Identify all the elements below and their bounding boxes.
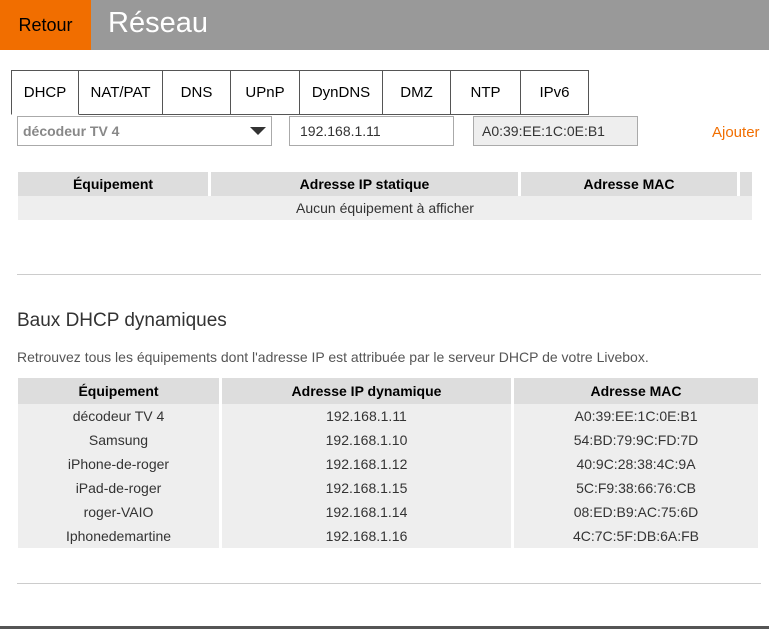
add-button[interactable]: Ajouter xyxy=(712,124,760,141)
tab-dyndns[interactable]: DynDNS xyxy=(300,70,383,115)
table-row: Iphonedemartine 192.168.1.16 4C:7C:5F:DB… xyxy=(18,524,758,548)
empty-message: Aucun équipement à afficher xyxy=(18,196,752,220)
header-bar: Retour Réseau xyxy=(0,0,769,50)
page-title: Réseau xyxy=(108,7,208,39)
cell-ip: 192.168.1.10 xyxy=(222,428,511,452)
divider xyxy=(17,274,761,275)
cell-device: Samsung xyxy=(18,428,219,452)
cell-device: roger-VAIO xyxy=(18,500,219,524)
tab-bar: DHCP NAT/PAT DNS UPnP DynDNS DMZ NTP IPv… xyxy=(11,70,589,115)
column-header-static-ip[interactable]: Adresse IP statique xyxy=(211,172,518,196)
tab-dhcp[interactable]: DHCP xyxy=(11,70,79,115)
ip-address-field[interactable]: 192.168.1.11 xyxy=(289,116,454,146)
device-select[interactable]: décodeur TV 4 xyxy=(17,116,272,146)
chevron-down-icon xyxy=(250,127,266,135)
cell-ip: 192.168.1.15 xyxy=(222,476,511,500)
cell-mac: 4C:7C:5F:DB:6A:FB xyxy=(514,524,758,548)
back-button[interactable]: Retour xyxy=(0,0,91,50)
tab-ipv6[interactable]: IPv6 xyxy=(521,70,589,115)
table-row: Samsung 192.168.1.10 54:BD:79:9C:FD:7D xyxy=(18,428,758,452)
cell-mac: 54:BD:79:9C:FD:7D xyxy=(514,428,758,452)
section-description: Retrouvez tous les équipements dont l'ad… xyxy=(17,349,649,365)
tab-upnp[interactable]: UPnP xyxy=(231,70,300,115)
column-header-actions xyxy=(740,172,752,196)
static-ip-table: Équipement Adresse IP statique Adresse M… xyxy=(15,172,755,220)
mac-address-field: A0:39:EE:1C:0E:B1 xyxy=(473,116,638,146)
column-header-device[interactable]: Équipement xyxy=(18,378,219,404)
tab-dns[interactable]: DNS xyxy=(163,70,231,115)
table-row: roger-VAIO 192.168.1.14 08:ED:B9:AC:75:6… xyxy=(18,500,758,524)
cell-ip: 192.168.1.14 xyxy=(222,500,511,524)
cell-ip: 192.168.1.11 xyxy=(222,404,511,428)
column-header-mac[interactable]: Adresse MAC xyxy=(521,172,737,196)
cell-device: décodeur TV 4 xyxy=(18,404,219,428)
cell-mac: 5C:F9:38:66:76:CB xyxy=(514,476,758,500)
device-select-value: décodeur TV 4 xyxy=(23,123,120,139)
cell-ip: 192.168.1.12 xyxy=(222,452,511,476)
table-row: iPhone-de-roger 192.168.1.12 40:9C:28:38… xyxy=(18,452,758,476)
dynamic-leases-table: Équipement Adresse IP dynamique Adresse … xyxy=(15,378,761,548)
tab-dmz[interactable]: DMZ xyxy=(383,70,451,115)
cell-mac: A0:39:EE:1C:0E:B1 xyxy=(514,404,758,428)
section-title: Baux DHCP dynamiques xyxy=(17,310,227,331)
tab-nat-pat[interactable]: NAT/PAT xyxy=(79,70,163,115)
column-header-mac[interactable]: Adresse MAC xyxy=(514,378,758,404)
cell-device: iPhone-de-roger xyxy=(18,452,219,476)
divider xyxy=(17,583,761,584)
table-row: iPad-de-roger 192.168.1.15 5C:F9:38:66:7… xyxy=(18,476,758,500)
table-row: décodeur TV 4 192.168.1.11 A0:39:EE:1C:0… xyxy=(18,404,758,428)
cell-ip: 192.168.1.16 xyxy=(222,524,511,548)
cell-device: iPad-de-roger xyxy=(18,476,219,500)
cell-mac: 08:ED:B9:AC:75:6D xyxy=(514,500,758,524)
tab-ntp[interactable]: NTP xyxy=(451,70,521,115)
cell-mac: 40:9C:28:38:4C:9A xyxy=(514,452,758,476)
column-header-device[interactable]: Équipement xyxy=(18,172,208,196)
cell-device: Iphonedemartine xyxy=(18,524,219,548)
column-header-dynamic-ip[interactable]: Adresse IP dynamique xyxy=(222,378,511,404)
